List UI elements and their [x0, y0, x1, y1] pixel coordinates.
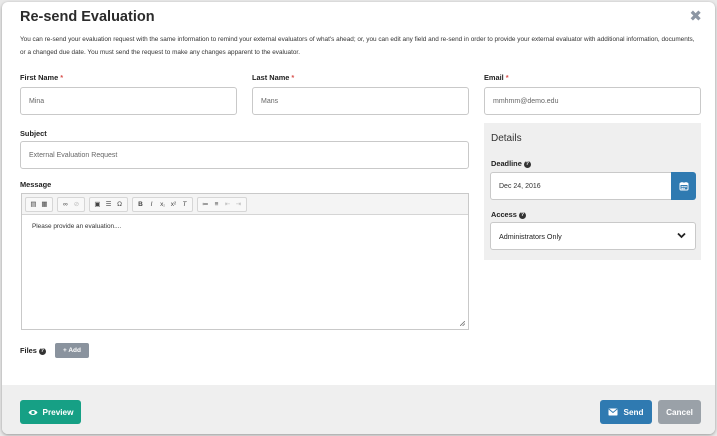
deadline-label: Deadline?	[491, 159, 531, 168]
chevron-down-icon	[677, 232, 686, 239]
cancel-button[interactable]: Cancel	[658, 400, 701, 424]
toolbar-group-clipboard: ▤ ▦	[25, 196, 53, 212]
last-name-input[interactable]: Mans	[252, 87, 469, 115]
cancel-label: Cancel	[666, 407, 693, 417]
superscript-icon[interactable]: x²	[168, 199, 179, 210]
subject-value: External Evaluation Request	[29, 151, 118, 159]
modal-description: You can re-send your evaluation request …	[20, 36, 695, 56]
first-name-label: First Name *	[20, 73, 63, 82]
toolbar-group-lists: ≔ ≡ ⇤ ⇥	[197, 196, 247, 212]
access-value: Administrators Only	[499, 231, 562, 241]
last-name-label: Last Name *	[252, 73, 294, 82]
details-title: Details	[491, 133, 522, 144]
required-marker: *	[505, 73, 509, 82]
re-send-evaluation-modal: Re-send Evaluation ✖ You can re-send you…	[2, 2, 715, 434]
email-label-text: Email	[484, 73, 504, 82]
message-editor[interactable]: ▤ ▦ ∞ ⊘ ▣ ☰ Ω B I x₂ x² T ≔ ≡ ⇤ ⇥ Please…	[21, 193, 469, 330]
required-marker: *	[60, 73, 64, 82]
calendar-icon	[679, 182, 688, 191]
resize-icon[interactable]	[460, 321, 465, 326]
image-icon[interactable]: ▣	[92, 199, 103, 210]
unlink-icon[interactable]: ⊘	[71, 199, 82, 210]
eye-icon	[28, 409, 38, 415]
message-body[interactable]: Please provide an evaluation....	[22, 215, 468, 238]
toolbar-group-insert: ▣ ☰ Ω	[89, 196, 128, 212]
subscript-icon[interactable]: x₂	[157, 199, 168, 210]
preview-label: Preview	[42, 407, 74, 417]
deadline-label-text: Deadline	[491, 159, 522, 168]
last-name-label-text: Last Name	[252, 73, 290, 82]
italic-icon[interactable]: I	[146, 199, 157, 210]
bulleted-list-icon[interactable]: ≡	[211, 199, 222, 210]
paste-icon[interactable]: ▤	[28, 199, 39, 210]
message-label: Message	[20, 180, 52, 189]
help-icon[interactable]: ?	[518, 212, 526, 219]
subject-label: Subject	[20, 129, 47, 138]
table-icon[interactable]: ☰	[103, 199, 114, 210]
first-name-value: Mina	[29, 97, 45, 105]
first-name-label-text: First Name	[20, 73, 59, 82]
envelope-icon	[608, 408, 618, 416]
required-marker: *	[291, 73, 295, 82]
deadline-input[interactable]: Dec 24, 2016	[490, 172, 672, 200]
add-file-button[interactable]: + Add	[55, 343, 89, 358]
access-label-text: Access	[491, 210, 517, 219]
email-input[interactable]: mmhmm@demo.edu	[484, 87, 701, 115]
modal-title: Re-send Evaluation	[20, 9, 155, 25]
toolbar-group-format: B I x₂ x² T	[132, 196, 193, 212]
help-icon[interactable]: ?	[523, 161, 531, 168]
paste-text-icon[interactable]: ▦	[39, 199, 50, 210]
email-value: mmhmm@demo.edu	[493, 97, 559, 105]
subject-input[interactable]: External Evaluation Request	[20, 141, 469, 169]
files-label: Files?	[20, 346, 46, 355]
deadline-value: Dec 24, 2016	[499, 182, 541, 190]
calendar-button[interactable]	[671, 172, 696, 200]
email-label: Email *	[484, 73, 509, 82]
close-icon[interactable]: ✖	[689, 7, 702, 25]
numbered-list-icon[interactable]: ≔	[200, 199, 211, 210]
link-icon[interactable]: ∞	[60, 199, 71, 210]
toolbar-group-links: ∞ ⊘	[57, 196, 85, 212]
help-icon[interactable]: ?	[38, 348, 46, 355]
files-label-text: Files	[20, 346, 37, 355]
remove-format-icon[interactable]: T	[179, 199, 190, 210]
send-button[interactable]: Send	[600, 400, 652, 424]
editor-toolbar: ▤ ▦ ∞ ⊘ ▣ ☰ Ω B I x₂ x² T ≔ ≡ ⇤ ⇥	[22, 194, 468, 215]
send-label: Send	[623, 407, 644, 417]
first-name-input[interactable]: Mina	[20, 87, 237, 115]
access-label: Access?	[491, 210, 526, 219]
special-char-icon[interactable]: Ω	[114, 199, 125, 210]
bold-icon[interactable]: B	[135, 199, 146, 210]
outdent-icon[interactable]: ⇤	[222, 199, 233, 210]
last-name-value: Mans	[261, 97, 279, 105]
access-select[interactable]: Administrators Only	[490, 222, 696, 250]
indent-icon[interactable]: ⇥	[233, 199, 244, 210]
preview-button[interactable]: Preview	[20, 400, 81, 424]
modal-footer: Preview Send Cancel	[2, 385, 715, 434]
